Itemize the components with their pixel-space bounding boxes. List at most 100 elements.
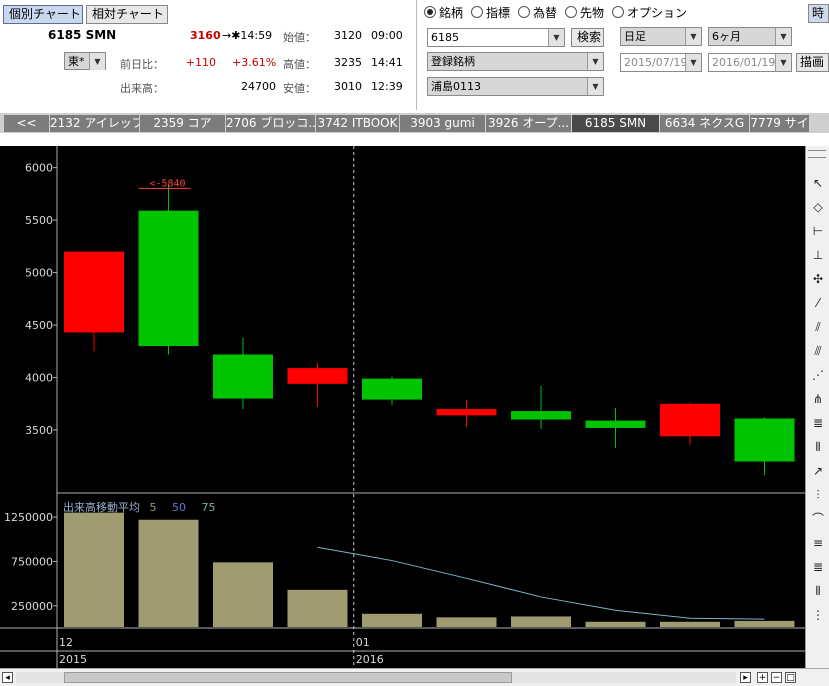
volume-tick-label: 750000 bbox=[11, 555, 53, 568]
reset-zoom-icon[interactable]: □ bbox=[785, 672, 796, 683]
toolbar-grip[interactable] bbox=[808, 150, 826, 158]
registered-stocks-select[interactable]: 登録銘柄 ▼ bbox=[427, 52, 604, 71]
watchlist-select[interactable]: 浦島0113 ▼ bbox=[427, 77, 604, 96]
candle-body bbox=[213, 354, 273, 399]
radio-futures[interactable]: 先物 bbox=[565, 4, 604, 21]
date-to-field[interactable]: 2016/01/19 ▼ bbox=[708, 53, 792, 72]
volume-bar bbox=[734, 620, 795, 627]
chart-area[interactable]: 6000 5500 5000 4500 4000 3500 1250000 750000 250… bbox=[0, 146, 805, 668]
stock-tab[interactable]: 3742 ITBOOK bbox=[316, 115, 400, 132]
date-from-field[interactable]: 2015/07/19 ▼ bbox=[620, 53, 702, 72]
hline-icon[interactable]: ⊢ bbox=[811, 224, 825, 238]
price-tick-label: 4000 bbox=[25, 372, 53, 385]
volume-bar bbox=[660, 621, 720, 627]
radio-index[interactable]: 指標 bbox=[471, 4, 510, 21]
change-pct: +3.61% bbox=[232, 56, 277, 69]
tab-individual-chart[interactable]: 個別チャート bbox=[3, 5, 83, 24]
volume-value: 24700 bbox=[241, 80, 276, 93]
open-value: 3120 bbox=[334, 29, 362, 42]
volume-bar bbox=[436, 617, 497, 627]
parallel-icon[interactable]: ⫽ bbox=[811, 320, 825, 334]
pitchfork-icon[interactable]: ⋔ bbox=[811, 392, 825, 406]
gann-icon[interactable]: ⫶ bbox=[811, 488, 825, 502]
exchange-select[interactable]: 東* ▼ bbox=[64, 52, 106, 70]
cycle-icon[interactable]: ⦀ bbox=[811, 440, 825, 454]
radio-dot-icon bbox=[424, 6, 436, 18]
open-time: 09:00 bbox=[371, 29, 403, 42]
radio-fx[interactable]: 為替 bbox=[518, 4, 557, 21]
x-month-label: 12 bbox=[59, 636, 73, 649]
chevron-down-icon: ▼ bbox=[587, 53, 603, 70]
stock-tab[interactable]: 3903 gumi bbox=[400, 115, 486, 132]
scroll-thumb[interactable] bbox=[64, 672, 512, 683]
cross-icon[interactable]: ✣ bbox=[811, 272, 825, 286]
level4-icon[interactable]: ≣ bbox=[811, 560, 825, 574]
regression-icon[interactable]: ↗ bbox=[811, 464, 825, 478]
stock-tab[interactable]: 3926 オープ... bbox=[486, 115, 572, 132]
volume-ma-line bbox=[317, 546, 765, 620]
stock-tab[interactable]: 2132 アイレップ bbox=[50, 115, 140, 132]
x-month-label: 01 bbox=[356, 636, 370, 649]
radio-stock[interactable]: 銘柄 bbox=[424, 4, 463, 21]
chevron-down-icon[interactable]: ▼ bbox=[548, 29, 564, 46]
trendline-icon[interactable]: ⁄ bbox=[811, 296, 825, 310]
channel-icon[interactable]: ⫻ bbox=[811, 344, 825, 358]
corner-button[interactable]: 時 bbox=[808, 4, 829, 23]
fib-icon[interactable]: ≣ bbox=[811, 416, 825, 430]
volume-bar bbox=[511, 616, 571, 627]
candle-body bbox=[734, 418, 795, 462]
price-tick-label: 5500 bbox=[25, 214, 53, 227]
chevron-down-icon: ▼ bbox=[775, 28, 791, 45]
radio-dot-icon bbox=[612, 6, 624, 18]
price-tick-label: 5000 bbox=[25, 267, 53, 280]
search-input[interactable]: 6185 ▼ bbox=[427, 28, 565, 47]
candle-body bbox=[511, 411, 571, 420]
search-button[interactable]: 検索 bbox=[571, 28, 604, 47]
vline-icon[interactable]: ⊥ bbox=[811, 248, 825, 262]
stock-tab[interactable]: 6634 ネクスG bbox=[660, 115, 750, 132]
chevron-down-icon: ▼ bbox=[587, 78, 603, 95]
chevron-down-icon: ▼ bbox=[775, 54, 791, 71]
stock-tab[interactable]: 2706 ブロッコ... bbox=[226, 115, 316, 132]
stock-tab[interactable]: 2359 コア bbox=[140, 115, 226, 132]
zoom-out-icon[interactable]: − bbox=[771, 672, 782, 683]
stock-code-name: 6185 SMN bbox=[48, 28, 117, 42]
candle-body bbox=[138, 210, 199, 347]
draw-button[interactable]: 描画 bbox=[796, 53, 829, 72]
radio-options[interactable]: オプション bbox=[612, 4, 687, 21]
candle-body bbox=[362, 378, 422, 400]
volume-bar bbox=[64, 512, 124, 627]
fan-icon[interactable]: ⋰ bbox=[811, 368, 825, 382]
scroll-left-icon[interactable]: ◂ bbox=[2, 672, 13, 683]
x-year-label: 2015 bbox=[59, 653, 87, 666]
radio-dot-icon bbox=[565, 6, 577, 18]
legend-title: 出来高移動平均 bbox=[63, 501, 140, 514]
volume-bar bbox=[585, 621, 646, 627]
range-select[interactable]: 6ヶ月 ▼ bbox=[708, 27, 792, 46]
level3-icon[interactable]: ≡ bbox=[811, 536, 825, 550]
candlestick-chart: 6000 5500 5000 4500 4000 3500 1250000 750000 250… bbox=[0, 146, 805, 668]
stock-tab[interactable]: << bbox=[4, 115, 50, 132]
stock-tab[interactable]: 6185 SMN bbox=[572, 115, 660, 132]
horizontal-scrollbar[interactable]: ◂ ▸ + − □ bbox=[0, 668, 829, 686]
eraser-icon[interactable]: ◇ bbox=[811, 200, 825, 214]
lines-icon[interactable]: ⋮ bbox=[811, 608, 825, 622]
volume-ma-legend: 出来高移動平均 5 50 75 bbox=[63, 499, 216, 515]
price-tick-label: 4500 bbox=[25, 319, 53, 332]
high-marker-label: <-5840 bbox=[149, 178, 185, 189]
drawing-toolbar: ↖ ◇ ⊢ ⊥ ✣ ⁄ ⫽ ⫻ ⋰ ⋔ ≣ ⦀ ↗ ⫶ ⌒ ≡ ≣ ⦀ ⋮ bbox=[805, 146, 829, 668]
interval-select[interactable]: 日足 ▼ bbox=[620, 27, 702, 46]
tab-relative-chart[interactable]: 相対チャート bbox=[86, 5, 168, 24]
radio-dot-icon bbox=[518, 6, 530, 18]
volume-tick-label: 1250000 bbox=[4, 511, 53, 524]
stock-tab[interactable]: 7779 サイ bbox=[750, 115, 810, 132]
high-value: 3235 bbox=[334, 56, 362, 69]
panel-divider bbox=[416, 0, 417, 110]
arc-icon[interactable]: ⌒ bbox=[811, 512, 825, 526]
scroll-right-icon[interactable]: ▸ bbox=[740, 672, 751, 683]
chevron-down-icon: ▼ bbox=[685, 28, 701, 45]
cursor-icon[interactable]: ↖ bbox=[811, 176, 825, 190]
bars-icon[interactable]: ⦀ bbox=[811, 584, 825, 598]
zoom-in-icon[interactable]: + bbox=[757, 672, 768, 683]
chevron-down-icon: ▼ bbox=[685, 54, 701, 71]
